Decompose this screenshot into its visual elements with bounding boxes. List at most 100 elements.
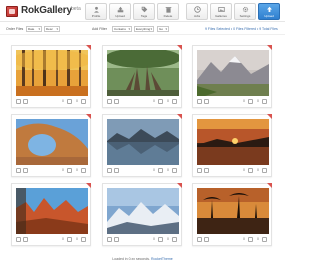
heart-icon[interactable] bbox=[172, 168, 177, 173]
eye-icon bbox=[67, 237, 72, 242]
photo-card[interactable]: 0 0 bbox=[102, 183, 182, 246]
loves-count: 0 bbox=[257, 168, 259, 172]
heart-icon[interactable] bbox=[262, 168, 267, 173]
card-meta: 0 0 bbox=[107, 99, 177, 105]
app-title: RokGallery bbox=[21, 5, 72, 16]
order-field-select[interactable]: Date bbox=[26, 26, 42, 32]
select-checkbox[interactable] bbox=[197, 99, 202, 104]
heart-icon[interactable] bbox=[172, 237, 177, 242]
upload-icon bbox=[117, 6, 124, 13]
profile-button-label: Profile bbox=[91, 14, 101, 18]
app-beta-badge: beta bbox=[71, 6, 81, 12]
eye-icon bbox=[158, 99, 163, 104]
edit-icon[interactable] bbox=[204, 99, 209, 104]
heart-icon[interactable] bbox=[81, 99, 86, 104]
views-count: 0 bbox=[153, 99, 155, 103]
order-direction-select[interactable]: Desc bbox=[44, 26, 60, 32]
trash-icon bbox=[165, 7, 172, 13]
photo-red-rocks[interactable] bbox=[16, 188, 88, 234]
photo-sunset-lake[interactable] bbox=[197, 119, 269, 165]
photo-card[interactable]: 0 0 bbox=[11, 114, 91, 177]
select-checkbox[interactable] bbox=[107, 99, 112, 104]
selection-summary[interactable]: 9 Files Selected • 0 Files Filtered • 9 … bbox=[205, 27, 278, 31]
galleries-button-label: Galleries bbox=[215, 14, 227, 18]
tags-button-label: Tags bbox=[140, 14, 148, 18]
photo-card[interactable]: 0 0 bbox=[11, 45, 91, 108]
photo-rock-arch[interactable] bbox=[16, 119, 88, 165]
footer-link[interactable]: RocketTheme bbox=[151, 257, 173, 261]
heart-icon[interactable] bbox=[262, 99, 267, 104]
edit-icon[interactable] bbox=[114, 99, 119, 104]
select-checkbox[interactable] bbox=[16, 99, 21, 104]
card-meta: 0 0 bbox=[197, 99, 267, 105]
photo-card[interactable]: 0 0 bbox=[102, 114, 182, 177]
filter-operator-select[interactable]: Everything bbox=[134, 26, 154, 32]
card-meta: 0 0 bbox=[197, 168, 267, 174]
eye-icon bbox=[248, 99, 253, 104]
photo-autumn-forest[interactable] bbox=[16, 50, 88, 96]
photo-card[interactable]: 0 0 bbox=[192, 45, 272, 108]
heart-icon[interactable] bbox=[262, 237, 267, 242]
photo-lake-reflection[interactable] bbox=[107, 119, 179, 165]
footer-text: Loaded in 0.xx seconds. bbox=[112, 257, 150, 261]
galleries-button[interactable]: Galleries bbox=[210, 3, 232, 20]
photo-card[interactable]: 0 0 bbox=[192, 114, 272, 177]
edit-icon[interactable] bbox=[114, 237, 119, 242]
profile-icon bbox=[94, 6, 99, 13]
card-meta: 0 0 bbox=[107, 237, 177, 243]
rokgallery-page: RokGallery beta Profile Upload Tags Dele… bbox=[0, 0, 285, 270]
delete-button[interactable]: Delete bbox=[157, 3, 179, 20]
photo-mountain-lake[interactable] bbox=[197, 50, 269, 96]
upload-primary-label: Upload bbox=[264, 14, 274, 18]
eye-icon bbox=[248, 168, 253, 173]
views-count: 0 bbox=[243, 99, 245, 103]
heart-icon[interactable] bbox=[172, 99, 177, 104]
edit-icon[interactable] bbox=[23, 237, 28, 242]
clock-icon bbox=[194, 6, 201, 13]
eye-icon bbox=[158, 168, 163, 173]
eye-icon bbox=[67, 99, 72, 104]
photo-snowy-mountains[interactable] bbox=[107, 188, 179, 234]
views-count: 0 bbox=[153, 168, 155, 172]
views-count: 0 bbox=[62, 99, 64, 103]
photo-card[interactable]: 0 0 bbox=[11, 183, 91, 246]
loves-count: 0 bbox=[76, 168, 78, 172]
jobs-button[interactable]: Jobs bbox=[186, 3, 208, 20]
select-checkbox[interactable] bbox=[16, 237, 21, 242]
upload-button[interactable]: Upload bbox=[109, 3, 131, 20]
select-checkbox[interactable] bbox=[197, 237, 202, 242]
eye-icon bbox=[67, 168, 72, 173]
loves-count: 0 bbox=[257, 99, 259, 103]
upload-arrow-icon bbox=[267, 6, 272, 12]
edit-icon[interactable] bbox=[204, 168, 209, 173]
photo-banyan-tree[interactable] bbox=[107, 50, 179, 96]
views-count: 0 bbox=[62, 237, 64, 241]
loves-count: 0 bbox=[167, 168, 169, 172]
profile-button[interactable]: Profile bbox=[85, 3, 107, 20]
settings-button-label: Settings bbox=[239, 14, 251, 18]
upload-button-label: Upload bbox=[115, 14, 125, 18]
edit-icon[interactable] bbox=[204, 237, 209, 242]
edit-icon[interactable] bbox=[23, 168, 28, 173]
tags-button[interactable]: Tags bbox=[133, 3, 155, 20]
heart-icon[interactable] bbox=[81, 168, 86, 173]
filter-go-button[interactable]: Go bbox=[157, 26, 169, 32]
views-count: 0 bbox=[243, 168, 245, 172]
settings-button[interactable]: Settings bbox=[234, 3, 256, 20]
select-checkbox[interactable] bbox=[16, 168, 21, 173]
upload-primary-button[interactable]: Upload bbox=[258, 3, 280, 20]
filter-bar: Order Files Date Desc Add Filter Contain… bbox=[0, 24, 285, 35]
edit-icon[interactable] bbox=[23, 99, 28, 104]
filter-field-select[interactable]: Contains bbox=[112, 26, 132, 32]
photo-card[interactable]: 0 0 bbox=[102, 45, 182, 108]
views-count: 0 bbox=[62, 168, 64, 172]
tag-icon bbox=[141, 6, 148, 13]
select-checkbox[interactable] bbox=[107, 168, 112, 173]
photo-card[interactable]: 0 0 bbox=[192, 183, 272, 246]
edit-icon[interactable] bbox=[114, 168, 119, 173]
select-checkbox[interactable] bbox=[107, 237, 112, 242]
add-filter-label: Add Filter bbox=[92, 27, 107, 31]
select-checkbox[interactable] bbox=[197, 168, 202, 173]
photo-palm-sunset[interactable] bbox=[197, 188, 269, 234]
heart-icon[interactable] bbox=[81, 237, 86, 242]
